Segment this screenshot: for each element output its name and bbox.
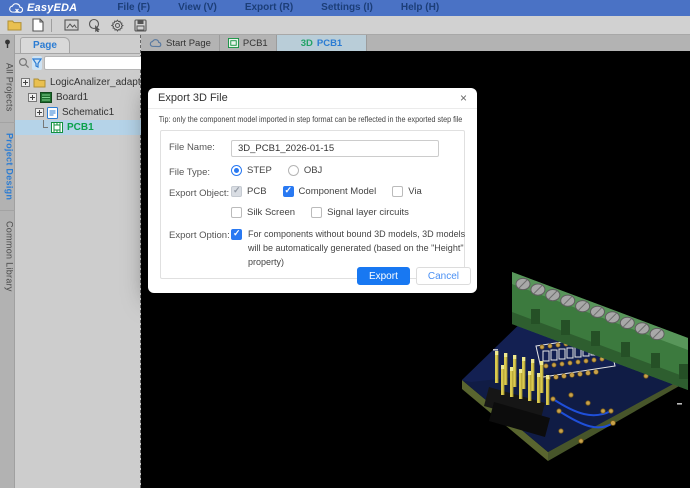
file-type-row: File Type: STEP OBJ <box>169 165 456 178</box>
tree-connector <box>39 120 48 135</box>
export-option-label: Export Option: <box>169 228 231 241</box>
dialog-titlebar: Export 3D File × <box>148 88 477 109</box>
checkbox-silk-screen[interactable] <box>231 207 242 218</box>
menu-settings[interactable]: Settings (I) <box>307 0 387 16</box>
spacer <box>169 207 231 209</box>
cloud-icon <box>149 39 162 48</box>
search-icon <box>18 57 30 69</box>
menu-help[interactable]: Help (H) <box>387 0 453 16</box>
save-icon[interactable] <box>132 18 149 33</box>
tree-item-label: Schematic1 <box>62 107 114 118</box>
schematic-icon <box>47 107 58 119</box>
tree-item-schematic[interactable]: Schematic1 <box>15 105 141 120</box>
board-icon <box>40 92 52 103</box>
checkbox-silk-screen-label[interactable]: Silk Screen <box>247 207 295 218</box>
expander-icon[interactable] <box>35 108 44 117</box>
folder-icon[interactable] <box>6 18 23 33</box>
checkbox-via[interactable] <box>392 186 403 197</box>
expander-icon[interactable] <box>28 93 37 102</box>
export-3d-dialog: Export 3D File × Tip: only the component… <box>148 88 477 293</box>
tree-item-label: PCB1 <box>67 122 94 133</box>
tab-start-page[interactable]: Start Page <box>141 35 220 51</box>
checkbox-auto-generate[interactable] <box>231 229 242 240</box>
page-tab[interactable]: Page <box>20 37 70 53</box>
tree-item-project[interactable]: LogicAnalizer_adapter <box>15 75 141 90</box>
tab-label: PCB1 <box>243 38 268 49</box>
file-name-row: File Name: <box>169 140 456 157</box>
project-sidebar: Page <box>15 35 141 488</box>
export-object-label: Export Object: <box>169 186 231 199</box>
tab-label: Start Page <box>166 38 211 49</box>
project-tree: LogicAnalizer_adapter Board1 Schematic1 <box>15 75 141 135</box>
export-object-row: Export Object: PCB Component Model Via <box>169 186 456 199</box>
pcb-icon <box>228 38 239 48</box>
radio-obj-label[interactable]: OBJ <box>304 165 322 176</box>
pin-icon[interactable] <box>3 35 12 53</box>
checkbox-component-model[interactable] <box>283 186 294 197</box>
gear-icon[interactable] <box>109 18 126 33</box>
radio-obj[interactable] <box>288 165 299 176</box>
export-button[interactable]: Export <box>357 267 410 285</box>
file-name-label: File Name: <box>169 140 231 153</box>
dialog-title: Export 3D File <box>158 92 228 104</box>
logo-text: EasyEDA <box>27 2 77 14</box>
cancel-button[interactable]: Cancel <box>416 267 471 285</box>
tab-label: PCB1 <box>317 38 342 49</box>
image-icon[interactable] <box>63 18 80 33</box>
sidebar-search-row <box>18 55 138 71</box>
cloud-logo-icon <box>8 3 24 14</box>
menu-view[interactable]: View (V) <box>164 0 231 16</box>
checkbox-via-label[interactable]: Via <box>408 186 422 197</box>
expander-icon[interactable] <box>21 78 30 87</box>
sidebar-tab-common-library[interactable]: Common Library <box>0 210 15 302</box>
export-object-row-2: Silk Screen Signal layer circuits <box>169 207 456 218</box>
export-option-text: For components without bound 3D models, … <box>248 228 466 270</box>
tree-item-board[interactable]: Board1 <box>15 90 141 105</box>
menubar: EasyEDA File (F) View (V) Export (R) Set… <box>0 0 690 16</box>
left-panel-strip: All Projects Project Design Common Libra… <box>0 35 15 488</box>
checkbox-pcb[interactable] <box>231 186 242 197</box>
dialog-form-box: File Name: File Type: STEP OBJ Export Ob… <box>160 130 465 279</box>
filter-funnel-icon[interactable] <box>32 56 42 70</box>
easyeda-window: EasyEDA File (F) View (V) Export (R) Set… <box>0 0 690 488</box>
easyeda-logo: EasyEDA <box>0 2 85 14</box>
radio-step[interactable] <box>231 165 242 176</box>
menu-file[interactable]: File (F) <box>103 0 164 16</box>
sidebar-tab-all-projects[interactable]: All Projects <box>0 53 15 122</box>
tab-3d-prefix: 3D <box>301 38 313 49</box>
close-icon[interactable]: × <box>460 92 467 104</box>
menu-items: File (F) View (V) Export (R) Settings (I… <box>103 0 453 16</box>
menu-export[interactable]: Export (R) <box>231 0 307 16</box>
file-type-label: File Type: <box>169 165 231 178</box>
checkbox-pcb-label[interactable]: PCB <box>247 186 267 197</box>
tree-item-label: Board1 <box>56 92 88 103</box>
tab-3d-pcb1[interactable]: 3D PCB1 <box>277 35 368 51</box>
tab-pcb1[interactable]: PCB1 <box>220 35 277 51</box>
radio-step-label[interactable]: STEP <box>247 165 272 176</box>
cursor-select-icon[interactable] <box>86 18 103 33</box>
export-option-row: Export Option: For components without bo… <box>169 228 456 270</box>
tree-item-label: LogicAnalizer_adapter <box>50 77 150 88</box>
pcb-icon <box>51 122 63 133</box>
folder-icon <box>33 77 46 88</box>
new-file-icon[interactable] <box>29 18 46 33</box>
dialog-footer: Export Cancel <box>357 267 471 285</box>
checkbox-component-model-label[interactable]: Component Model <box>299 186 377 197</box>
checkbox-signal-layer[interactable] <box>311 207 322 218</box>
document-tabbar: Start Page PCB1 3D PCB1 <box>141 35 690 51</box>
sidebar-tab-project-design[interactable]: Project Design <box>0 122 15 210</box>
tree-item-pcb[interactable]: PCB1 <box>15 120 141 135</box>
checkbox-signal-layer-label[interactable]: Signal layer circuits <box>327 207 409 218</box>
dialog-tip: Tip: only the component model imported i… <box>148 109 444 128</box>
toolbar <box>0 16 690 35</box>
toolbar-separator <box>51 19 52 32</box>
file-name-input[interactable] <box>231 140 439 157</box>
